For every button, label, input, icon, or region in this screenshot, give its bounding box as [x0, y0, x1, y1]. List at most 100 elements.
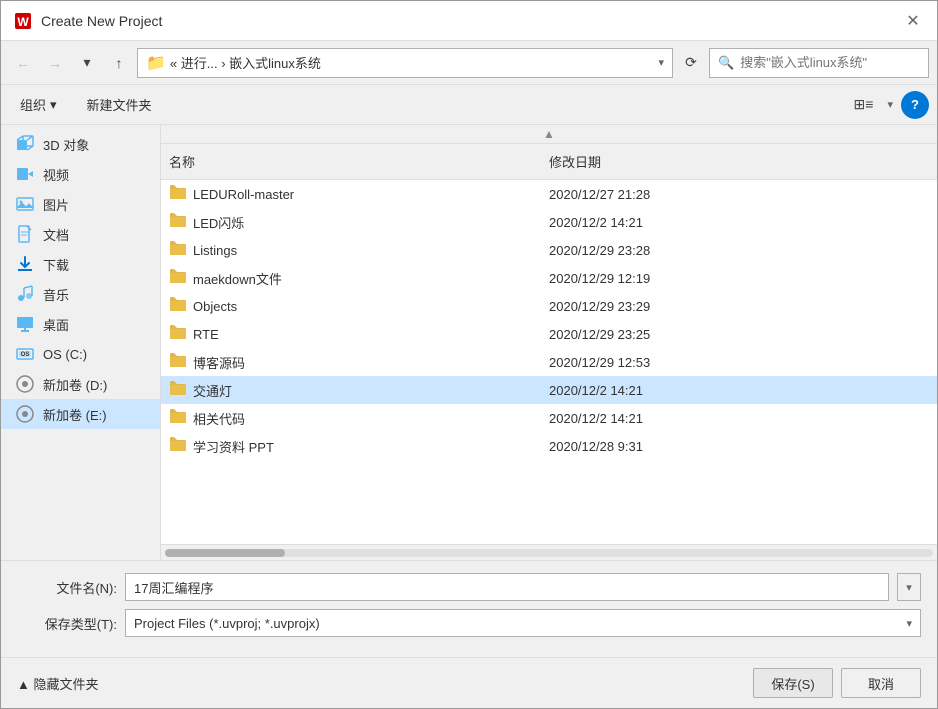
view-dropdown-arrow[interactable]: ▾ — [887, 98, 893, 111]
file-name-cell: maekdown文件 — [161, 268, 541, 289]
sidebar-item-d-drive[interactable]: 新加卷 (D:) — [1, 369, 160, 399]
file-name-cell: 博客源码 — [161, 352, 541, 373]
file-name-cell: 学习资料 PPT — [161, 436, 541, 457]
filetype-value: Project Files (*.uvproj; *.uvprojx) — [134, 616, 320, 631]
download-icon — [15, 254, 35, 274]
sidebar-label-desktop: 桌面 — [43, 315, 69, 334]
file-name-text: LED闪烁 — [193, 213, 244, 232]
file-date-cell: 2020/12/2 14:21 — [541, 215, 937, 230]
cancel-button[interactable]: 取消 — [841, 668, 921, 698]
table-row[interactable]: 博客源码2020/12/29 12:53 — [161, 348, 937, 376]
filename-dropdown-arrow[interactable]: ▾ — [897, 573, 921, 601]
forward-button[interactable]: → — [41, 49, 69, 77]
e-drive-icon — [15, 404, 35, 424]
table-row[interactable]: 相关代码 2020/12/2 14:21 — [161, 404, 937, 432]
refresh-button[interactable]: ⟳ — [677, 49, 705, 77]
app-icon: W — [13, 11, 33, 31]
table-row[interactable]: Listings2020/12/29 23:28 — [161, 236, 937, 264]
table-row[interactable]: LEDURoll-master2020/12/27 21:28 — [161, 180, 937, 208]
new-folder-button[interactable]: 新建文件夹 — [76, 91, 163, 119]
address-path[interactable]: 📁 « 进行... › 嵌入式linux系统 ▾ — [137, 48, 673, 78]
c-drive-icon: OS — [15, 344, 35, 364]
file-date-cell: 2020/12/29 23:25 — [541, 327, 937, 342]
column-header-name[interactable]: 名称 — [161, 148, 541, 175]
sidebar: 3D 对象 视频 图片 文档 — [1, 125, 161, 560]
back-button[interactable]: ← — [9, 49, 37, 77]
sidebar-item-desktop[interactable]: 桌面 — [1, 309, 160, 339]
horizontal-scrollbar[interactable] — [161, 544, 937, 560]
desktop-icon — [15, 314, 35, 334]
file-name-text: 学习资料 PPT — [193, 437, 274, 456]
file-name-cell: RTE — [161, 324, 541, 345]
organize-label: 组织 — [20, 95, 46, 114]
search-icon: 🔍 — [718, 55, 734, 71]
sidebar-item-music[interactable]: 音乐 — [1, 279, 160, 309]
sidebar-item-photo[interactable]: 图片 — [1, 189, 160, 219]
sidebar-item-download[interactable]: 下载 — [1, 249, 160, 279]
action-buttons: 保存(S) 取消 — [753, 668, 921, 698]
folder-icon — [169, 212, 187, 233]
file-date-cell: 2020/12/29 23:28 — [541, 243, 937, 258]
dialog-window: W Create New Project ✕ ← → ▾ ↑ 📁 « 进行...… — [0, 0, 938, 709]
photo-icon — [15, 194, 35, 214]
address-bar: ← → ▾ ↑ 📁 « 进行... › 嵌入式linux系统 ▾ ⟳ 🔍 — [1, 41, 937, 85]
folder-icon — [169, 436, 187, 457]
sidebar-label-music: 音乐 — [43, 285, 69, 304]
sidebar-label-c-drive: OS (C:) — [43, 347, 87, 362]
3d-icon — [15, 134, 35, 154]
search-input[interactable] — [740, 55, 920, 70]
file-date-cell: 2020/12/2 14:21 — [541, 411, 937, 426]
folder-icon — [169, 184, 187, 205]
docs-icon — [15, 224, 35, 244]
sidebar-item-video[interactable]: 视频 — [1, 159, 160, 189]
table-row[interactable]: RTE2020/12/29 23:25 — [161, 320, 937, 348]
filename-row: 文件名(N): ▾ — [17, 573, 921, 601]
path-dropdown-arrow[interactable]: ▾ — [658, 56, 664, 69]
up-button[interactable]: ↑ — [105, 49, 133, 77]
close-button[interactable]: ✕ — [901, 9, 925, 33]
folder-icon — [169, 240, 187, 261]
sidebar-item-3d[interactable]: 3D 对象 — [1, 129, 160, 159]
table-row[interactable]: maekdown文件2020/12/29 12:19 — [161, 264, 937, 292]
hide-folders-button[interactable]: ▲ 隐藏文件夹 — [17, 674, 98, 693]
dropdown-button[interactable]: ▾ — [73, 49, 101, 77]
filetype-row: 保存类型(T): Project Files (*.uvproj; *.uvpr… — [17, 609, 921, 637]
save-button[interactable]: 保存(S) — [753, 668, 833, 698]
sidebar-label-photo: 图片 — [43, 195, 69, 214]
folder-icon — [169, 296, 187, 317]
table-row[interactable]: Objects2020/12/29 23:29 — [161, 292, 937, 320]
filename-input[interactable] — [125, 573, 889, 601]
h-scroll-track — [165, 549, 933, 557]
file-name-cell: LEDURoll-master — [161, 184, 541, 205]
file-name-text: 博客源码 — [193, 353, 245, 372]
main-content: 3D 对象 视频 图片 文档 — [1, 125, 937, 560]
folder-icon — [169, 352, 187, 373]
sidebar-item-e-drive[interactable]: 新加卷 (E:) — [1, 399, 160, 429]
table-row[interactable]: 学习资料 PPT2020/12/28 9:31 — [161, 432, 937, 460]
filename-label: 文件名(N): — [17, 578, 117, 597]
title-bar: W Create New Project ✕ — [1, 1, 937, 41]
table-row[interactable]: 交通灯2020/12/2 14:21 — [161, 376, 937, 404]
view-button[interactable]: ⊞≡ — [847, 91, 879, 119]
filetype-dropdown[interactable]: Project Files (*.uvproj; *.uvprojx) ▾ — [125, 609, 921, 637]
toolbar: 组织 ▾ 新建文件夹 ⊞≡ ▾ ? — [1, 85, 937, 125]
file-name-cell: LED闪烁 — [161, 212, 541, 233]
svg-text:W: W — [17, 15, 29, 29]
file-date-cell: 2020/12/27 21:28 — [541, 187, 937, 202]
video-icon — [15, 164, 35, 184]
folder-icon — [169, 268, 187, 289]
h-scroll-thumb[interactable] — [165, 549, 285, 557]
sidebar-item-c-drive[interactable]: OS OS (C:) — [1, 339, 160, 369]
file-name-text: 相关代码 — [193, 409, 245, 428]
table-row[interactable]: LED闪烁 2020/12/2 14:21 — [161, 208, 937, 236]
sidebar-label-video: 视频 — [43, 165, 69, 184]
file-name-text: Objects — [193, 299, 237, 314]
sidebar-label-download: 下载 — [43, 255, 69, 274]
column-header-date[interactable]: 修改日期 — [541, 148, 937, 175]
help-button[interactable]: ? — [901, 91, 929, 119]
view-icon: ⊞≡ — [854, 96, 874, 113]
file-list: LEDURoll-master2020/12/27 21:28 LED闪烁 2020… — [161, 180, 937, 544]
sidebar-label-docs: 文档 — [43, 225, 69, 244]
organize-button[interactable]: 组织 ▾ — [9, 91, 68, 119]
sidebar-item-docs[interactable]: 文档 — [1, 219, 160, 249]
